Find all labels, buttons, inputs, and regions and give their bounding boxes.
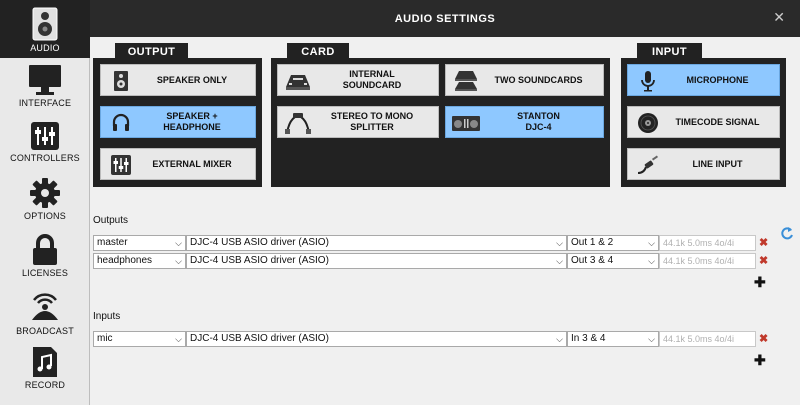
option-label: EXTERNAL MIXER [152, 158, 232, 169]
lock-icon [33, 234, 57, 265]
delete-row-icon[interactable]: ✖ [759, 236, 768, 249]
speaker-icon [32, 7, 58, 41]
controller-icon [452, 116, 480, 131]
sidebar-item-interface[interactable]: INTERFACE [0, 64, 90, 118]
chevron-down-icon: ⌵ [175, 334, 182, 344]
select-value: master [97, 237, 128, 248]
chevron-down-icon: ⌵ [175, 256, 182, 266]
input-port-select[interactable]: In 3 & 4 ⌵ [567, 331, 659, 347]
input-channel-select[interactable]: mic ⌵ [93, 331, 186, 347]
select-value: Out 3 & 4 [571, 255, 614, 266]
speaker-icon [114, 71, 128, 91]
output-channel-select[interactable]: headphones ⌵ [93, 253, 186, 269]
window-title: AUDIO SETTINGS [394, 13, 496, 25]
title-bar: AUDIO SETTINGS ✕ [90, 0, 800, 37]
card-group: INTERNAL SOUNDCARD TWO SOUNDCARDS STEREO… [271, 58, 610, 187]
sidebar: AUDIO INTERFACE CONTROLLERS OPTIONS LICE… [0, 0, 90, 405]
output-row: master ⌵ DJC-4 USB ASIO driver (ASIO) ⌵ Ou… [93, 235, 783, 251]
gear-icon [30, 178, 60, 208]
select-value: DJC-4 USB ASIO driver (ASIO) [190, 237, 329, 248]
mixer-icon [111, 155, 131, 175]
delete-row-icon[interactable]: ✖ [759, 254, 768, 267]
option-label: INTERNAL SOUNDCARD [342, 69, 402, 90]
outputs-section-label: Outputs [93, 215, 129, 226]
sidebar-item-record[interactable]: RECORD [0, 346, 90, 398]
audio-settings-panel: AUDIO SETTINGS ✕ OUTPUT SPEAKER ONLY SPE… [90, 0, 800, 405]
input-driver-select[interactable]: DJC-4 USB ASIO driver (ASIO) ⌵ [186, 331, 567, 347]
card-internal-soundcard-button[interactable]: INTERNAL SOUNDCARD [277, 64, 439, 96]
option-label: MICROPHONE [686, 74, 749, 85]
output-port-select[interactable]: Out 3 & 4 ⌵ [567, 253, 659, 269]
input-group: MICROPHONE TIMECODE SIGNAL LINE INPUT [621, 58, 786, 187]
select-value: In 3 & 4 [571, 333, 606, 344]
broadcast-icon [32, 293, 58, 320]
sidebar-item-label: RECORD [24, 380, 66, 390]
output-row: headphones ⌵ DJC-4 USB ASIO driver (ASIO)… [93, 253, 783, 269]
sidebar-item-controllers[interactable]: CONTROLLERS [0, 121, 90, 173]
chevron-down-icon: ⌵ [556, 238, 563, 248]
sidebar-item-label: BROADCAST [16, 326, 74, 336]
chevron-down-icon: ⌵ [556, 256, 563, 266]
input-device-info: 44.1k 5.0ms 4o/4i [659, 331, 756, 347]
output-device-info: 44.1k 5.0ms 4o/4i [659, 253, 756, 269]
input-line-input-button[interactable]: LINE INPUT [627, 148, 780, 180]
delete-row-icon[interactable]: ✖ [759, 332, 768, 345]
select-value: DJC-4 USB ASIO driver (ASIO) [190, 255, 329, 266]
add-input-icon[interactable]: ✚ [754, 352, 766, 369]
vinyl-icon [638, 113, 658, 133]
select-value: Out 1 & 2 [571, 237, 614, 248]
option-label: TIMECODE SIGNAL [675, 116, 760, 127]
select-value: headphones [97, 255, 153, 266]
chevron-down-icon: ⌵ [648, 256, 655, 266]
inputs-section-label: Inputs [93, 311, 121, 322]
output-channel-select[interactable]: master ⌵ [93, 235, 186, 251]
output-external-mixer-button[interactable]: EXTERNAL MIXER [100, 148, 256, 180]
chevron-down-icon: ⌵ [648, 238, 655, 248]
output-driver-select[interactable]: DJC-4 USB ASIO driver (ASIO) ⌵ [186, 235, 567, 251]
sidebar-item-broadcast[interactable]: BROADCAST [0, 290, 90, 342]
card-stanton-djc4-button[interactable]: STANTON DJC-4 [445, 106, 604, 138]
soundcard-icon [286, 75, 310, 90]
option-label: SPEAKER + HEADPHONE [163, 111, 221, 132]
music-file-icon [33, 347, 57, 377]
output-driver-select[interactable]: DJC-4 USB ASIO driver (ASIO) ⌵ [186, 253, 567, 269]
sidebar-item-audio[interactable]: AUDIO [0, 0, 90, 58]
output-group: SPEAKER ONLY SPEAKER + HEADPHONE EXTERNA… [93, 58, 262, 187]
close-icon[interactable]: ✕ [773, 9, 785, 26]
chevron-down-icon: ⌵ [648, 334, 655, 344]
input-microphone-button[interactable]: MICROPHONE [627, 64, 780, 96]
option-label: STANTON DJC-4 [517, 111, 560, 132]
sidebar-item-label: LICENSES [21, 268, 69, 278]
sidebar-item-label: OPTIONS [24, 211, 66, 221]
output-speaker-headphone-button[interactable]: SPEAKER + HEADPHONE [100, 106, 256, 138]
microphone-icon [641, 71, 655, 92]
headphones-icon [112, 113, 130, 131]
input-timecode-signal-button[interactable]: TIMECODE SIGNAL [627, 106, 780, 138]
option-label: SPEAKER ONLY [156, 74, 228, 85]
input-row: mic ⌵ DJC-4 USB ASIO driver (ASIO) ⌵ In 3 … [93, 331, 783, 347]
select-value: DJC-4 USB ASIO driver (ASIO) [190, 333, 329, 344]
output-speaker-only-button[interactable]: SPEAKER ONLY [100, 64, 256, 96]
sidebar-item-label: AUDIO [30, 43, 60, 53]
sidebar-item-licenses[interactable]: LICENSES [0, 234, 90, 286]
sidebar-item-label: INTERFACE [18, 98, 72, 108]
sidebar-item-options[interactable]: OPTIONS [0, 177, 90, 229]
option-label: TWO SOUNDCARDS [494, 74, 583, 85]
card-stereo-mono-splitter-button[interactable]: STEREO TO MONO SPLITTER [277, 106, 439, 138]
card-two-soundcards-button[interactable]: TWO SOUNDCARDS [445, 64, 604, 96]
two-soundcards-icon [455, 71, 477, 91]
sidebar-item-label: CONTROLLERS [10, 153, 80, 163]
option-label: STEREO TO MONO SPLITTER [330, 111, 414, 132]
option-label: LINE INPUT [692, 158, 743, 169]
select-value: mic [97, 333, 113, 344]
chevron-down-icon: ⌵ [556, 334, 563, 344]
sliders-icon [31, 122, 59, 150]
cable-jack-icon [637, 155, 659, 174]
chevron-down-icon: ⌵ [175, 238, 182, 248]
monitor-icon [29, 65, 61, 95]
output-device-info: 44.1k 5.0ms 4o/4i [659, 235, 756, 251]
add-output-icon[interactable]: ✚ [754, 274, 766, 291]
output-port-select[interactable]: Out 1 & 2 ⌵ [567, 235, 659, 251]
splitter-cable-icon [285, 113, 311, 134]
